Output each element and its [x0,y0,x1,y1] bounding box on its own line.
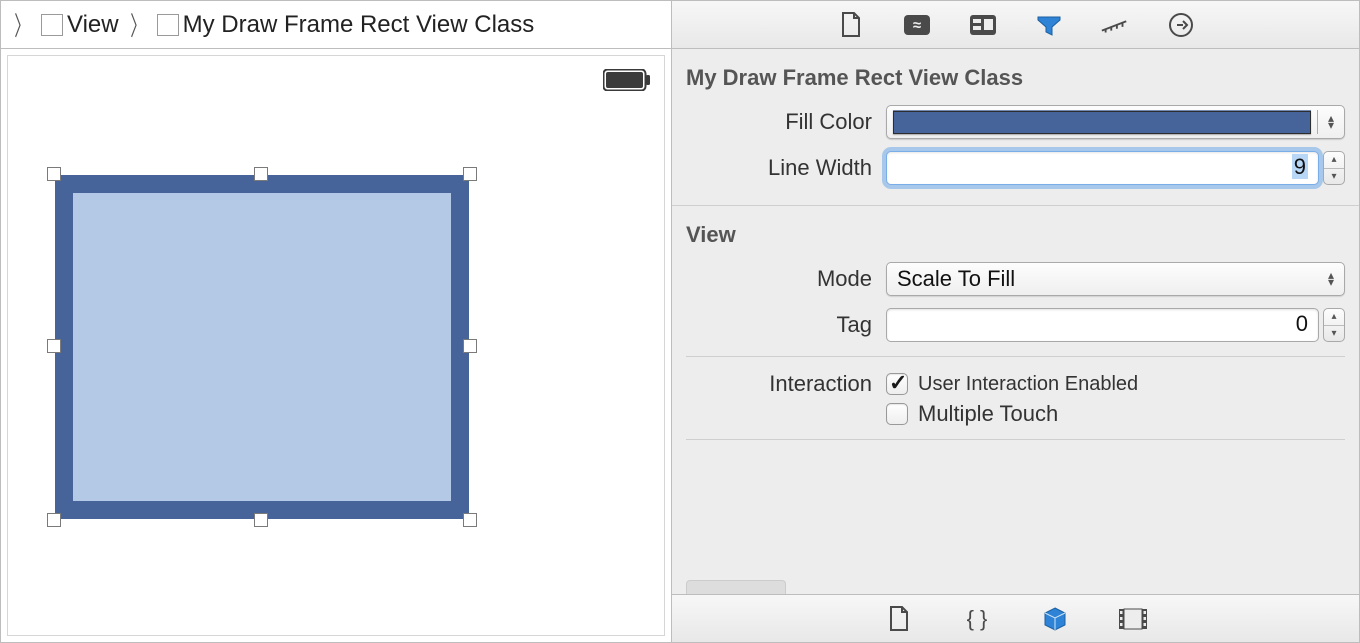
line-width-input[interactable]: 9 [886,151,1319,185]
selection-handle[interactable] [463,513,477,527]
view-icon [157,14,179,36]
size-inspector-tab[interactable] [1100,12,1130,38]
truncated-control [686,580,786,594]
section-title-custom: My Draw Frame Rect View Class [672,49,1359,99]
chevron-right-icon: 〉 [13,6,31,43]
interaction-label: Interaction [686,371,886,397]
media-library-tab[interactable] [1118,606,1148,632]
code-snippet-library-tab[interactable]: { } [962,606,992,632]
fill-color-label: Fill Color [686,109,886,135]
tag-stepper[interactable]: ▴▾ [1323,308,1345,342]
tag-input[interactable]: 0 [886,308,1319,342]
selection-handle[interactable] [254,167,268,181]
stepper-arrows-icon[interactable] [1324,115,1338,129]
battery-icon [603,69,651,91]
selection-handle[interactable] [463,339,477,353]
divider [1317,110,1318,134]
svg-text:{ }: { } [966,607,987,631]
view-icon [41,14,63,36]
line-width-value: 9 [1292,154,1308,179]
file-template-library-tab[interactable] [884,606,914,632]
selection-handle[interactable] [47,513,61,527]
selection-handle[interactable] [254,513,268,527]
divider [686,356,1345,357]
user-interaction-checkbox[interactable] [886,373,908,395]
mode-label: Mode [686,266,886,292]
selection-handle[interactable] [47,339,61,353]
breadcrumb-item-custom[interactable]: My Draw Frame Rect View Class [183,11,535,39]
inspector-panel: ≈ My Draw Frame Rect View Class Fill Col… [672,0,1360,643]
library-tabbar: { } [672,594,1359,642]
line-width-stepper[interactable]: ▴▾ [1323,151,1345,185]
fill-color-well[interactable] [886,105,1345,139]
stepper-down-icon[interactable]: ▾ [1324,326,1344,342]
connections-inspector-tab[interactable] [1166,12,1196,38]
multiple-touch-label: Multiple Touch [918,401,1058,427]
breadcrumb[interactable]: 〉 View 〉 My Draw Frame Rect View Class [1,1,671,49]
svg-text:≈: ≈ [912,17,920,34]
stepper-up-icon[interactable]: ▴ [1324,152,1344,169]
tag-value: 0 [1296,311,1308,336]
object-library-tab[interactable] [1040,606,1070,632]
section-title-view: View [672,206,1359,256]
selection-handle[interactable] [463,167,477,181]
inspector-content: My Draw Frame Rect View Class Fill Color… [672,49,1359,594]
inspector-tabbar: ≈ [672,1,1359,49]
divider [686,439,1345,440]
section-custom-class: My Draw Frame Rect View Class Fill Color… [672,49,1359,205]
user-interaction-label: User Interaction Enabled [918,373,1138,396]
attributes-inspector-tab[interactable] [1034,12,1064,38]
select-arrows-icon [1328,272,1334,286]
multiple-touch-checkbox[interactable] [886,403,908,425]
stepper-up-icon[interactable]: ▴ [1324,309,1344,326]
quickhelp-tab[interactable]: ≈ [902,12,932,38]
file-inspector-tab[interactable] [836,12,866,38]
mode-value: Scale To Fill [897,266,1015,292]
selection-handle[interactable] [47,167,61,181]
custom-rect-view[interactable] [55,175,469,519]
line-width-label: Line Width [686,155,886,181]
fill-color-swatch [893,110,1311,134]
breadcrumb-item-view[interactable]: View [67,11,119,39]
stepper-down-icon[interactable]: ▾ [1324,169,1344,185]
canvas-area[interactable] [1,49,671,642]
chevron-right-icon: 〉 [129,6,147,43]
canvas-panel: 〉 View 〉 My Draw Frame Rect View Class [0,0,672,643]
section-view: View Mode Scale To Fill Tag 0 ▴▾ [672,205,1359,462]
mode-select[interactable]: Scale To Fill [886,262,1345,296]
tag-label: Tag [686,312,886,338]
identity-inspector-tab[interactable] [968,12,998,38]
